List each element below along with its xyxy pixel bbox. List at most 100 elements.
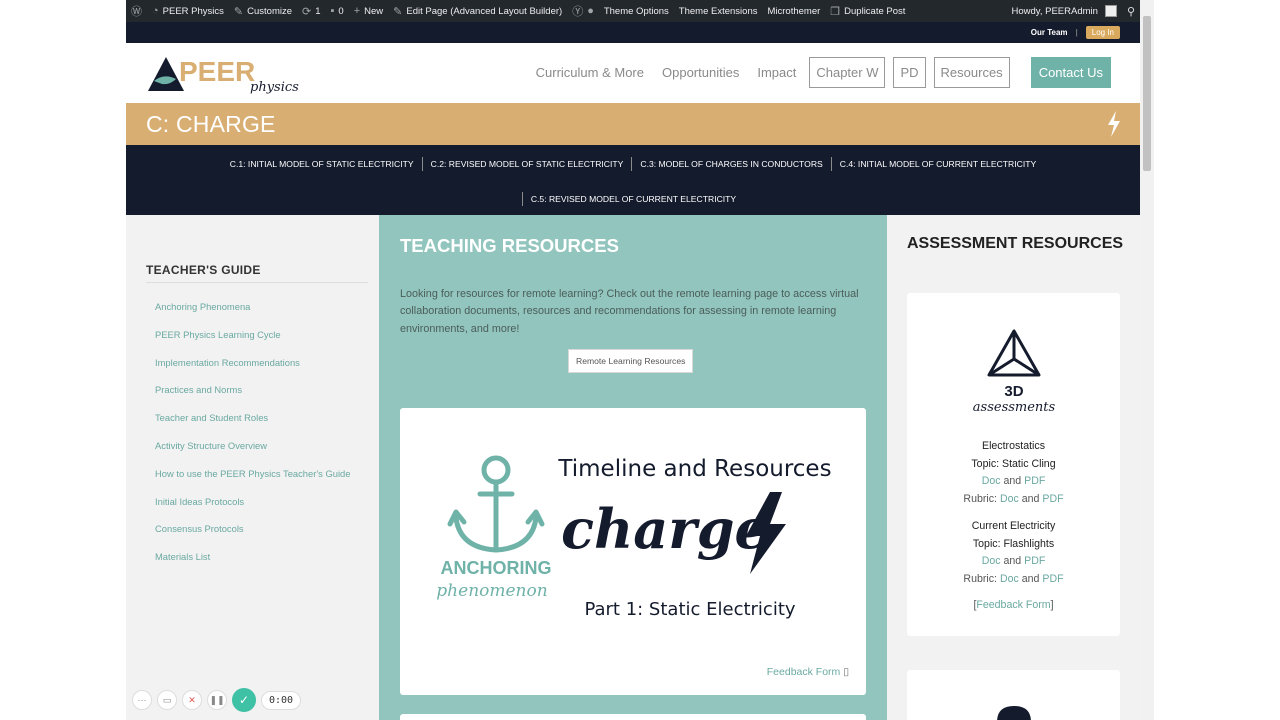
- bracket-close: ]: [1050, 599, 1054, 611]
- logo-3d-text: 3D: [1004, 383, 1023, 400]
- recorder-finish-button[interactable]: ✓: [232, 688, 256, 712]
- next-resource-card[interactable]: [400, 714, 866, 720]
- admin-account-link[interactable]: Howdy, PEERAdmin: [1007, 5, 1122, 17]
- guide-item-materials[interactable]: Materials List: [155, 551, 350, 579]
- subnav-c2[interactable]: C.2: REVISED MODEL OF STATIC ELECTRICITY: [423, 159, 632, 169]
- guide-item-roles[interactable]: Teacher and Student Roles: [155, 412, 350, 440]
- admin-theme-options-link[interactable]: Theme Options: [599, 6, 674, 17]
- guide-item-implementation[interactable]: Implementation Recommendations: [155, 357, 350, 385]
- subnav-c5[interactable]: C.5: REVISED MODEL OF CURRENT ELECTRICIT…: [523, 194, 744, 204]
- static-doc-link[interactable]: Doc: [982, 475, 1001, 487]
- rubric-label: Rubric:: [963, 573, 997, 585]
- recorder-timer: 0:00: [261, 690, 302, 710]
- site-header: PEER physics Curriculum & More Opportuni…: [126, 43, 1140, 103]
- teaching-resources-section: TEACHING RESOURCES Looking for resources…: [379, 215, 887, 720]
- current-links-row: Doc and PDF: [907, 555, 1120, 567]
- wordpress-icon: Ⓦ: [131, 6, 142, 18]
- admin-edit-page-link[interactable]: ✎ Edit Page (Advanced Layout Builder): [388, 5, 567, 18]
- guide-item-practices-norms[interactable]: Practices and Norms: [155, 384, 350, 412]
- wp-logo[interactable]: Ⓦ: [126, 3, 147, 19]
- site-logo[interactable]: PEER physics: [146, 51, 306, 95]
- admin-site-link[interactable]: ◔ PEER Physics: [147, 5, 229, 17]
- admin-yoast-link[interactable]: Ⓨ ●: [567, 3, 599, 19]
- timeline-resources-card[interactable]: ANCHORING phenomenon Timeline and Resour…: [400, 408, 866, 695]
- current-doc-link[interactable]: Doc: [982, 555, 1001, 567]
- nav-resources[interactable]: Resources: [933, 57, 1010, 88]
- assessment-feedback-link[interactable]: Feedback Form: [976, 599, 1050, 611]
- admin-comments-link[interactable]: ▪ 0: [326, 5, 349, 17]
- guide-item-activity-structure[interactable]: Activity Structure Overview: [155, 440, 350, 468]
- current-pdf-link[interactable]: PDF: [1024, 555, 1045, 567]
- static-rubric-row: Rubric: Doc and PDF: [907, 493, 1120, 505]
- hardhat-icon: [997, 706, 1031, 720]
- sidebar-divider: [146, 282, 368, 283]
- screen-recorder-toolbar: ··· ▭ ✕ ❚❚ ✓ 0:00: [132, 687, 302, 713]
- nav-curriculum[interactable]: Curriculum & More: [527, 65, 653, 80]
- top-links-divider: |: [1075, 28, 1078, 37]
- search-icon: ⚲: [1126, 5, 1135, 18]
- static-links-row: Doc and PDF: [907, 475, 1120, 487]
- static-rubric-pdf-link[interactable]: PDF: [1042, 493, 1063, 505]
- admin-new-link[interactable]: + New: [349, 5, 388, 17]
- current-rubric-pdf-link[interactable]: PDF: [1042, 573, 1063, 585]
- phenomenon-label: phenomenon: [436, 581, 547, 601]
- subnav-c4[interactable]: C.4: INITIAL MODEL OF CURRENT ELECTRICIT…: [832, 159, 1044, 169]
- and-text: and: [1021, 493, 1040, 505]
- charge-script: charge: [561, 497, 769, 561]
- second-assessment-card: [907, 670, 1120, 720]
- guide-item-anchoring-phenomena[interactable]: Anchoring Phenomena: [155, 301, 350, 329]
- nav-opportunities[interactable]: Opportunities: [653, 65, 748, 80]
- our-team-link[interactable]: Our Team: [1031, 28, 1068, 37]
- assessment-resources-title: ASSESSMENT RESOURCES: [907, 235, 1124, 252]
- subnav-c1[interactable]: C.1: INITIAL MODEL OF STATIC ELECTRICITY: [222, 159, 422, 169]
- teaching-resources-title: TEACHING RESOURCES: [400, 235, 619, 256]
- top-links-bar: Our Team | Log In: [126, 22, 1140, 43]
- guide-item-consensus[interactable]: Consensus Protocols: [155, 523, 350, 551]
- admin-customize-link[interactable]: ✎ Customize: [229, 5, 297, 18]
- admin-updates-link[interactable]: ⟳ 1: [297, 5, 326, 18]
- lightning-bolt-icon: [1108, 111, 1120, 137]
- and-text: and: [1003, 475, 1022, 487]
- feedback-form-label: Feedback Form: [766, 666, 841, 678]
- current-rubric-doc-link[interactable]: Doc: [1000, 573, 1019, 585]
- current-rubric-row: Rubric: Doc and PDF: [907, 573, 1120, 585]
- static-pdf-link[interactable]: PDF: [1024, 475, 1045, 487]
- pyramid-icon: [987, 329, 1041, 377]
- guide-item-initial-ideas[interactable]: Initial Ideas Protocols: [155, 496, 350, 524]
- subnav-c3[interactable]: C.3: MODEL OF CHARGES IN CONDUCTORS: [632, 159, 830, 169]
- recorder-camera-button[interactable]: ▭: [157, 690, 177, 710]
- recorder-delete-button[interactable]: ✕: [182, 690, 202, 710]
- nav-impact[interactable]: Impact: [748, 65, 805, 80]
- recorder-menu-button[interactable]: ···: [132, 690, 152, 710]
- dots-icon: ···: [137, 695, 147, 705]
- remote-learning-button[interactable]: Remote Learning Resources: [568, 349, 694, 373]
- right-margin: [1154, 0, 1280, 720]
- nav-pd[interactable]: PD: [893, 57, 926, 88]
- yoast-icon: Ⓨ: [572, 6, 584, 18]
- nav-chapter-w[interactable]: Chapter W: [809, 57, 886, 88]
- chapter-banner: C: CHARGE: [126, 103, 1140, 145]
- clipboard-icon: ▯: [843, 666, 849, 678]
- anchor-icon: [447, 455, 545, 553]
- admin-duplicate-post-link[interactable]: ❐ Duplicate Post: [825, 5, 910, 18]
- login-button[interactable]: Log In: [1085, 26, 1120, 39]
- part-label: Part 1: Static Electricity: [584, 599, 795, 620]
- page-scrollbar-thumb[interactable]: [1143, 16, 1151, 171]
- admin-microthemer-link[interactable]: Microthemer: [762, 6, 825, 17]
- peer-physics-logo-icon: PEER physics: [148, 56, 299, 95]
- electrostatics-label: Electrostatics: [982, 440, 1045, 452]
- feedback-form-link[interactable]: Feedback Form ▯: [767, 666, 849, 678]
- contact-us-button[interactable]: Contact Us: [1030, 57, 1111, 88]
- static-rubric-doc-link[interactable]: Doc: [1000, 493, 1019, 505]
- brush-icon: ✎: [233, 5, 244, 18]
- rubric-label: Rubric:: [963, 493, 997, 505]
- guide-item-how-to-use[interactable]: How to use the PEER Physics Teacher's Gu…: [155, 468, 350, 496]
- admin-theme-extensions-link[interactable]: Theme Extensions: [674, 6, 763, 17]
- assessment-feedback-row: [Feedback Form]: [907, 599, 1120, 611]
- admin-search-button[interactable]: ⚲: [1122, 5, 1140, 18]
- avatar: [1104, 5, 1117, 17]
- anchoring-label: ANCHORING: [441, 558, 552, 578]
- remote-learning-intro: Looking for resources for remote learnin…: [400, 288, 859, 335]
- guide-item-learning-cycle[interactable]: PEER Physics Learning Cycle: [155, 329, 350, 357]
- recorder-pause-button[interactable]: ❚❚: [207, 690, 227, 710]
